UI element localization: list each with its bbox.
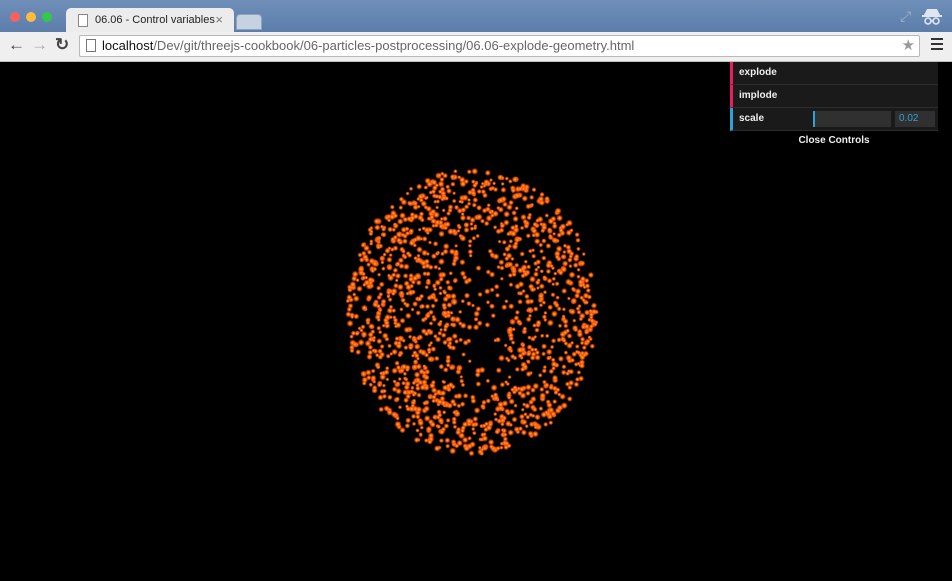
minimize-window-button[interactable]	[26, 12, 36, 22]
reload-icon[interactable]: ↻	[55, 34, 69, 56]
back-icon[interactable]: ←	[8, 34, 25, 56]
page-icon	[78, 14, 88, 27]
scale-slider-fill	[813, 111, 815, 127]
incognito-icon	[922, 9, 942, 25]
tab-close-icon[interactable]: ×	[215, 12, 223, 27]
dat-gui-panel: explode implode scale 0.02 Close Control…	[730, 62, 938, 151]
url-text[interactable]: localhost/Dev/git/threejs-cookbook/06-pa…	[102, 38, 634, 53]
scale-control: scale 0.02	[730, 108, 938, 131]
active-tab[interactable]: 06.06 - Control variables ×	[66, 8, 234, 33]
bookmark-star-icon[interactable]: ★	[902, 36, 915, 54]
tab-title: 06.06 - Control variables	[95, 14, 215, 26]
implode-control[interactable]: implode	[730, 85, 938, 108]
url-host: localhost	[102, 38, 154, 53]
scale-value-input[interactable]: 0.02	[895, 111, 935, 127]
zoom-window-button[interactable]	[42, 12, 52, 22]
forward-icon[interactable]: →	[31, 34, 48, 56]
url-path: /Dev/git/threejs-cookbook/06-particles-p…	[153, 38, 635, 53]
scale-label: scale	[739, 113, 765, 124]
close-window-button[interactable]	[10, 12, 20, 22]
explode-control[interactable]: explode	[730, 62, 938, 85]
fullscreen-icon[interactable]: ⤢	[900, 8, 911, 25]
menu-icon[interactable]	[931, 38, 943, 52]
toolbar: ← → ↻ localhost/Dev/git/threejs-cookbook…	[0, 32, 952, 62]
close-controls-button[interactable]: Close Controls	[730, 131, 938, 151]
new-tab-button[interactable]	[236, 14, 262, 30]
address-bar[interactable]: localhost/Dev/git/threejs-cookbook/06-pa…	[79, 35, 920, 57]
implode-label: implode	[739, 90, 778, 101]
document-icon	[86, 39, 96, 52]
explode-label: explode	[739, 67, 777, 78]
scale-slider[interactable]	[813, 111, 891, 127]
browser-chrome: 06.06 - Control variables × ⤢ ← → ↻ loca…	[0, 0, 952, 62]
